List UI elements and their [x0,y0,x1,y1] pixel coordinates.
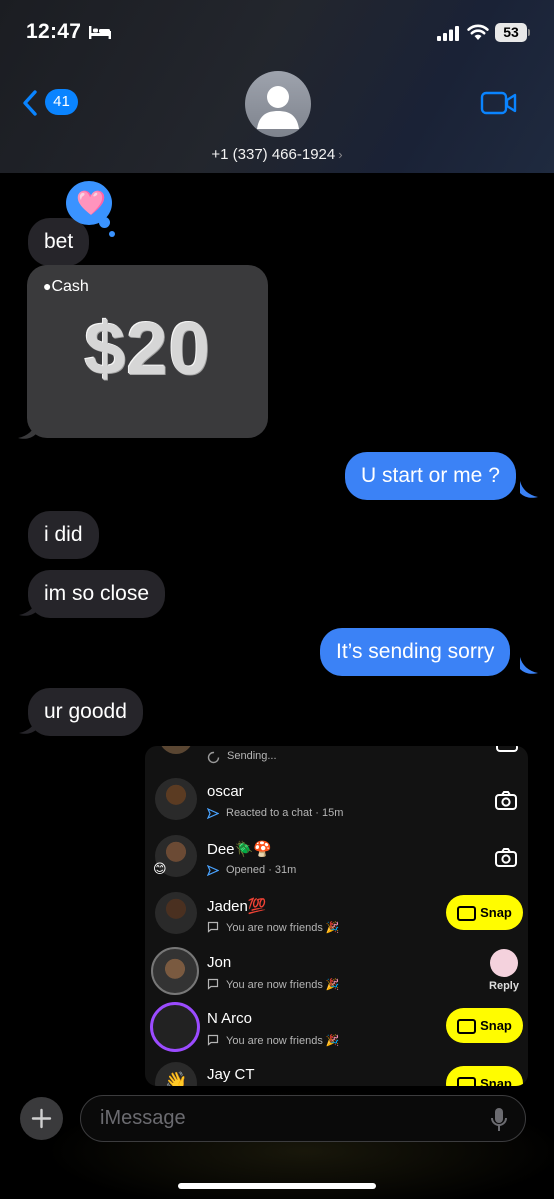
chat-icon [207,978,219,990]
home-indicator[interactable] [178,1183,376,1189]
friend-name: N Arco [207,1010,253,1027]
friend-avatar-story-ring [150,1002,200,1052]
unread-count-badge[interactable]: 41 [45,89,78,115]
sleep-focus-icon [89,26,111,39]
contact-avatar[interactable] [245,71,311,137]
reply-thumbnail[interactable] [490,949,518,977]
friend-status: Reacted to a chat · 15m [226,807,344,819]
friend-status: You are now friends 🎉 [226,979,340,991]
message-text: It’s sending sorry [336,640,495,663]
friend-status: You are now friends 🎉 [226,922,340,934]
status-time: 12:47 [26,20,82,43]
snap-avatar-partial [159,746,193,754]
friend-status: You are now friends 🎉 [226,1035,340,1047]
video-call-icon[interactable] [480,91,518,115]
camera-icon[interactable] [495,848,517,867]
snap-sending-status: Sending... [227,750,277,762]
send-snap-button[interactable]: Snap [446,895,523,930]
friend-bitmoji-avatar: 👋 [155,1062,197,1086]
tapback-bubble-dot [109,231,115,237]
incoming-message-bubble[interactable]: i did [28,511,99,559]
send-snap-button[interactable]: Snap [446,1066,523,1086]
cash-brand-label: Cash [51,278,89,295]
message-text: ur goodd [44,700,127,723]
snapchat-screenshot-attachment[interactable]: Sending... oscar Reacted to a chat · 15m… [145,746,528,1086]
snap-button-label: Snap [480,905,512,920]
send-snap-button[interactable]: Snap [446,1008,523,1043]
incoming-message-bubble[interactable]: ur goodd [28,688,143,736]
reply-label[interactable]: Reply [483,980,525,992]
wave-emoji-icon: 👋 [165,1071,188,1086]
friend-status: Opened · 31m [226,864,297,876]
snap-button-label: Snap [480,1076,512,1086]
snap-friend-row[interactable]: 👋 Jay CT Snap [145,1056,528,1086]
cellular-signal-icon [437,26,459,41]
bubble-tail [520,481,538,498]
friend-name: Jay CT [207,1066,255,1083]
message-text: i did [44,523,83,546]
friend-bitmoji-avatar [155,892,197,934]
plus-icon [31,1108,52,1129]
chat-icon [207,1034,219,1046]
contact-phone-number[interactable]: +1 (337) 466-1924 [211,146,335,163]
bubble-tail [19,717,37,734]
outgoing-message-bubble[interactable]: U start or me ? [345,452,516,500]
sent-arrow-icon [207,808,219,819]
message-text: bet [44,230,74,253]
camera-icon[interactable] [495,791,517,810]
snap-friend-row[interactable]: 😊 Dee🪲🍄 Opened · 31m [145,829,528,885]
tapback-bubble-dot [99,217,110,228]
battery-indicator: 53 [495,23,527,42]
cash-amount: $20 [84,307,211,390]
friend-name: Jon [207,954,232,971]
friend-bitmoji-avatar [155,778,197,820]
camera-icon-partial [496,746,518,752]
camera-icon [457,906,477,922]
snap-friend-row[interactable]: oscar Reacted to a chat · 15m [145,772,528,828]
friend-emoji-badge: 😊 [153,861,167,876]
battery-cap [528,29,530,36]
apple-cash-brand: ●Cash [43,278,89,296]
message-text: U start or me ? [361,464,500,487]
incoming-message-bubble[interactable]: bet [28,218,90,266]
pink-heart-icon: 🩷 [76,190,106,217]
bubble-tail [19,599,37,616]
snap-friend-row[interactable]: N Arco You are now friends 🎉 Snap [145,999,528,1055]
opened-arrow-icon [207,865,219,876]
imessage-input[interactable]: iMessage [80,1095,526,1142]
microphone-icon[interactable] [490,1107,508,1133]
incoming-message-bubble[interactable]: im so close [28,570,166,618]
bubble-tail [18,422,36,439]
friend-name: oscar [207,783,244,800]
snap-friend-row[interactable]: Jaden💯 You are now friends 🎉 Snap [145,886,528,942]
conversation-header: 12:47 53 41 +1 (337) 466-1924 › [0,0,554,173]
apps-plus-button[interactable] [20,1097,63,1140]
bubble-tail [520,657,538,674]
wifi-icon [467,24,489,40]
contact-chevron-icon: › [338,147,343,162]
chat-icon [207,921,219,933]
outgoing-message-bubble[interactable]: It’s sending sorry [320,628,511,676]
back-chevron-icon[interactable] [20,89,40,117]
person-silhouette-icon [257,86,299,129]
camera-icon [457,1019,477,1035]
imessage-placeholder: iMessage [100,1107,186,1129]
friend-name: Jaden💯 [207,898,267,915]
snap-friend-row[interactable]: Jon You are now friends 🎉 Reply [145,943,528,999]
sending-spinner-icon [207,751,220,764]
friend-bitmoji-avatar [151,947,199,995]
camera-icon [457,1077,477,1086]
snap-button-label: Snap [480,1018,512,1033]
friend-name: Dee🪲🍄 [207,841,272,858]
contact-name-row[interactable]: +1 (337) 466-1924 › [0,146,554,163]
message-text: im so close [44,582,150,605]
